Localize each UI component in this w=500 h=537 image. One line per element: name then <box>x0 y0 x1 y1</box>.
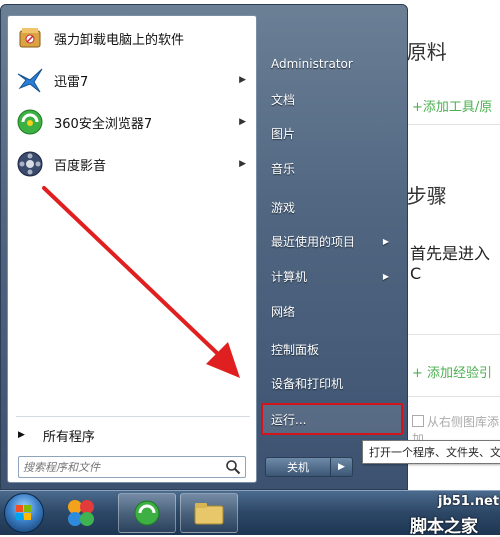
search-input[interactable] <box>23 459 213 475</box>
control-panel-label: 控制面板 <box>271 342 320 357</box>
pinned-item-label: 迅雷7 <box>54 74 89 90</box>
pinned-item-baidu-player[interactable]: 百度影音 ▶ <box>8 146 256 182</box>
user-account-link[interactable]: Administrator <box>267 50 401 78</box>
documents-link[interactable]: 文档 <box>267 85 401 113</box>
divider <box>405 124 500 125</box>
watermark-name: 脚本之家 <box>410 517 478 537</box>
submenu-arrow-icon: ▶ <box>382 236 389 246</box>
network-label: 网络 <box>271 304 296 319</box>
add-step-link[interactable]: + 添加经验引 <box>412 362 492 381</box>
folder-icon <box>194 503 224 525</box>
all-programs-label: 所有程序 <box>42 429 95 445</box>
games-label: 游戏 <box>271 200 296 215</box>
control-panel-link[interactable]: 控制面板 <box>267 335 401 363</box>
step-1-text: 首先是进入C <box>410 244 491 283</box>
run-label: 运行... <box>271 412 307 427</box>
pinned-item-label: 强力卸载电脑上的软件 <box>54 32 185 48</box>
pictures-label: 图片 <box>271 126 296 141</box>
watermark-site: jb51.net <box>438 494 500 509</box>
thunder-icon <box>14 64 46 96</box>
pinned-item-360-browser[interactable]: 360安全浏览器7 ▶ <box>8 104 256 140</box>
divider <box>16 416 250 417</box>
recent-items-label: 最近使用的项目 <box>271 234 356 249</box>
devices-printers-link[interactable]: 设备和打印机 <box>267 369 401 397</box>
submenu-arrow-icon: ▶ <box>239 75 246 85</box>
run-link[interactable]: 运行... <box>261 403 403 435</box>
pinned-item-thunder[interactable]: 迅雷7 ▶ <box>8 62 256 98</box>
computer-link[interactable]: 计算机 ▶ <box>267 262 401 290</box>
pinned-item-label: 360安全浏览器7 <box>54 116 153 132</box>
pinned-item-uninstaller[interactable]: 强力卸载电脑上的软件 <box>8 20 256 56</box>
add-tool-link[interactable]: +添加工具/原 <box>412 96 492 115</box>
divider <box>405 396 500 397</box>
submenu-arrow-icon: ▶ <box>239 117 246 127</box>
taskbar-app-360-browser[interactable] <box>118 493 176 533</box>
search-icon[interactable] <box>225 459 241 475</box>
chevron-right-icon: ▶ <box>338 462 345 472</box>
music-label: 音乐 <box>271 161 296 176</box>
recent-items-link[interactable]: 最近使用的项目 ▶ <box>267 227 401 255</box>
taskbar-app-explorer[interactable] <box>180 493 238 533</box>
run-tooltip: 打开一个程序、文件夹、文 <box>362 440 500 464</box>
windows-logo-icon <box>16 505 31 520</box>
browser-360-icon <box>14 106 46 138</box>
start-search-box[interactable] <box>18 456 246 478</box>
shutdown-button[interactable]: 关机 <box>265 457 331 477</box>
network-link[interactable]: 网络 <box>267 297 401 325</box>
start-menu-programs-pane: 强力卸载电脑上的软件 迅雷7 ▶ 360安全浏览器7 ▶ 百度影音 ▶ ▶ 所有… <box>7 15 257 483</box>
start-menu: 强力卸载电脑上的软件 迅雷7 ▶ 360安全浏览器7 ▶ 百度影音 ▶ ▶ 所有… <box>0 4 408 490</box>
documents-label: 文档 <box>271 92 296 107</box>
checkbox-icon <box>412 415 424 427</box>
divider <box>405 334 500 335</box>
games-link[interactable]: 游戏 <box>267 193 401 221</box>
pinned-item-label: 百度影音 <box>54 158 107 174</box>
uninstall-icon <box>14 22 46 54</box>
submenu-arrow-icon: ▶ <box>382 271 389 281</box>
start-orb-button[interactable] <box>4 493 44 533</box>
taskbar-app-colorful[interactable] <box>52 493 110 533</box>
baidu-player-icon <box>14 148 46 180</box>
user-name: Administrator <box>271 57 353 71</box>
all-programs-button[interactable]: ▶ 所有程序 <box>8 420 256 450</box>
music-link[interactable]: 音乐 <box>267 154 401 182</box>
app-flower-icon <box>68 500 94 526</box>
devices-printers-label: 设备和打印机 <box>271 376 344 391</box>
expand-arrow-icon: ▶ <box>18 430 25 440</box>
computer-label: 计算机 <box>271 269 308 284</box>
submenu-arrow-icon: ▶ <box>239 159 246 169</box>
browser-360-icon <box>134 500 160 526</box>
shutdown-options-button[interactable]: ▶ <box>331 457 353 477</box>
pictures-link[interactable]: 图片 <box>267 119 401 147</box>
